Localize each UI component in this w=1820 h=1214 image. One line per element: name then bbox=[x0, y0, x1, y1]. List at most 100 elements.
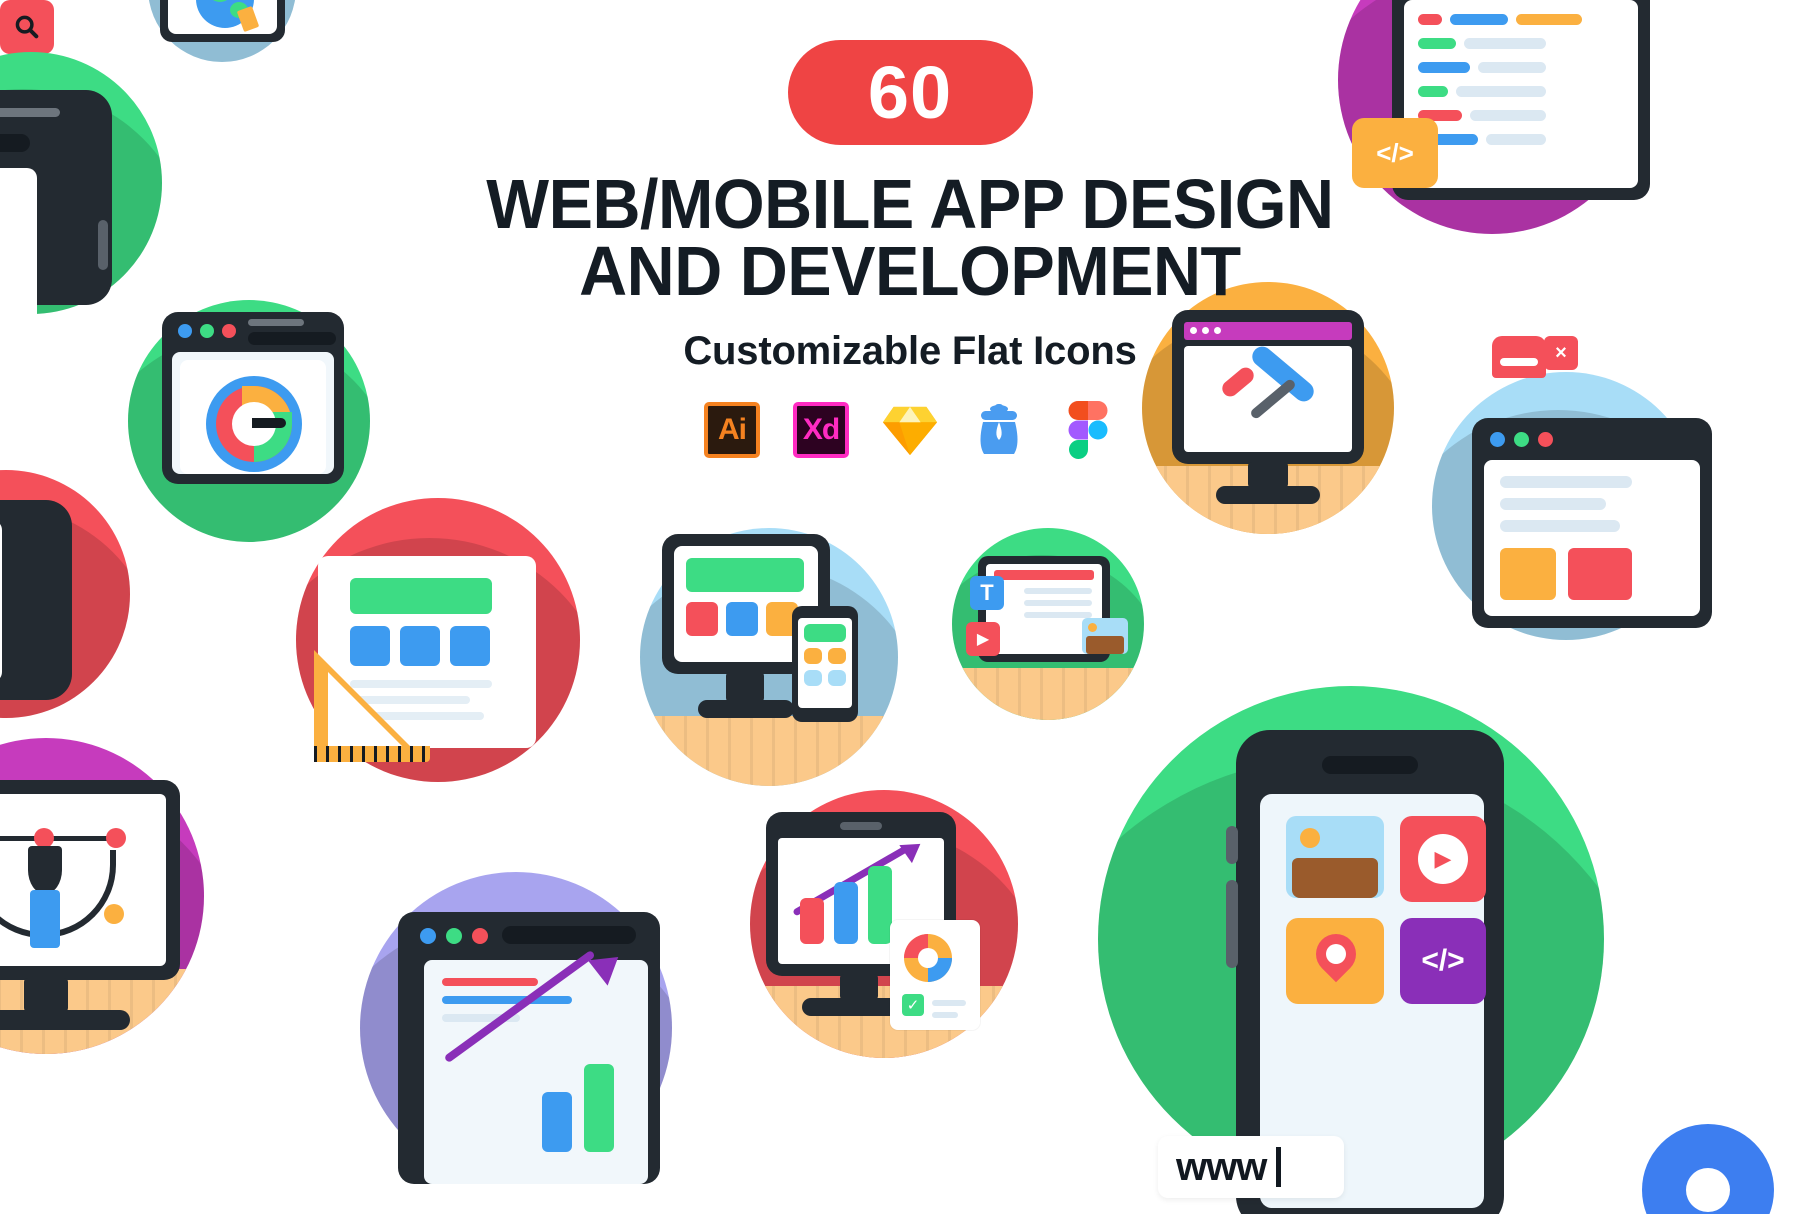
monitor-neck bbox=[1248, 462, 1288, 488]
cms-line-2 bbox=[1024, 600, 1092, 606]
media-sun-icon bbox=[1088, 623, 1097, 632]
desk-surface bbox=[640, 716, 898, 786]
url-search-widget[interactable]: www bbox=[1158, 1136, 1344, 1198]
card-blue bbox=[726, 602, 758, 636]
check-icon: ✓ bbox=[902, 994, 924, 1016]
monitor-base bbox=[0, 1010, 130, 1030]
text-line-2 bbox=[350, 696, 470, 704]
analytics-window bbox=[398, 912, 660, 1184]
code-line-1c bbox=[1516, 14, 1582, 25]
anchor-point-right bbox=[106, 828, 126, 848]
media-mountain bbox=[1086, 636, 1124, 654]
text-line-1 bbox=[350, 680, 492, 688]
bezier-handle-bar bbox=[0, 836, 116, 841]
report-bar-green bbox=[868, 866, 892, 944]
gallery-mountain bbox=[1292, 858, 1378, 898]
layout-line-2 bbox=[1500, 498, 1606, 510]
phone-card-2 bbox=[828, 648, 846, 664]
phone-card-1 bbox=[804, 648, 822, 664]
monitor-neck bbox=[726, 672, 764, 702]
cursor-icon bbox=[236, 5, 260, 33]
sketch-icon[interactable] bbox=[882, 402, 938, 458]
phone-side-button-bottom bbox=[1226, 880, 1238, 968]
code-line-1b bbox=[1450, 14, 1508, 25]
layout-page bbox=[1484, 460, 1700, 616]
hero-block bbox=[686, 558, 804, 592]
stat-line-red bbox=[442, 978, 538, 986]
report-bar-red bbox=[800, 898, 824, 944]
window-dot-red bbox=[472, 928, 488, 944]
monitor-neck bbox=[24, 978, 68, 1012]
responsive-phone bbox=[792, 606, 858, 722]
monitor-screen bbox=[0, 794, 166, 966]
video-play-icon: ▶ bbox=[966, 622, 1000, 656]
layout-line-1 bbox=[1500, 476, 1632, 488]
figma-logo-icon bbox=[1068, 401, 1108, 460]
growth-arrow-head bbox=[587, 944, 629, 986]
pen-body-icon bbox=[30, 890, 60, 948]
adobe-illustrator-icon[interactable]: Ai bbox=[704, 402, 760, 459]
cms-line-1 bbox=[1024, 588, 1092, 594]
adobe-xd-icon[interactable]: Xd bbox=[793, 402, 849, 459]
bar-chart-blue bbox=[542, 1092, 572, 1152]
text-caret bbox=[1276, 1147, 1282, 1187]
mobile-media-device bbox=[0, 500, 72, 700]
gear-inner-hole bbox=[1686, 1168, 1730, 1212]
window-dot-green bbox=[446, 928, 462, 944]
card-red bbox=[686, 602, 718, 636]
phone-side-button-top bbox=[1226, 826, 1238, 864]
header-block bbox=[350, 578, 492, 614]
hero-block: 60 WEB/MOBILE APP DESIGN AND DEVELOPMENT… bbox=[0, 40, 1820, 460]
donut-hole bbox=[918, 948, 938, 968]
report-document: ✓ bbox=[890, 920, 980, 1030]
anchor-point-bottom-right bbox=[104, 904, 124, 924]
layout-card-orange bbox=[1500, 548, 1556, 600]
title-line-2: AND DEVELOPMENT bbox=[579, 232, 1241, 311]
window-dot-blue bbox=[420, 928, 436, 944]
phone-card-4 bbox=[828, 670, 846, 686]
cms-topbar bbox=[994, 570, 1094, 580]
stat-line-blue bbox=[442, 996, 572, 1004]
poster-canvas: </> bbox=[0, 0, 1820, 1214]
pen-tool-monitor bbox=[0, 780, 180, 980]
bar-chart-green bbox=[584, 1064, 614, 1152]
phone-screen bbox=[798, 618, 852, 708]
doc-line-1 bbox=[932, 1000, 966, 1006]
search-icon bbox=[15, 15, 39, 39]
browser-page bbox=[168, 0, 277, 34]
layout-line-3 bbox=[1500, 520, 1620, 532]
col-block-1 bbox=[350, 626, 390, 666]
page-subtitle: Customizable Flat Icons bbox=[683, 329, 1137, 374]
gallery-sun-icon bbox=[1300, 828, 1320, 848]
monitor-notch bbox=[840, 822, 882, 830]
icon-count-badge: 60 bbox=[787, 40, 1033, 145]
layout-card-red bbox=[1568, 548, 1632, 600]
code-tag-icon: </> bbox=[1421, 944, 1465, 977]
phone-screen bbox=[0, 520, 2, 682]
cms-line-3 bbox=[1024, 612, 1092, 618]
desk-surface bbox=[952, 668, 1144, 720]
figma-icon[interactable] bbox=[1060, 401, 1116, 460]
sketch-diamond-icon bbox=[882, 407, 938, 456]
anchor-point-mid bbox=[34, 828, 54, 848]
doc-line-2 bbox=[932, 1012, 958, 1018]
col-block-3 bbox=[450, 626, 490, 666]
monitor-neck bbox=[840, 974, 878, 1000]
format-icon-row: Ai Xd bbox=[704, 401, 1116, 460]
pen-nib-icon bbox=[28, 846, 62, 894]
url-field bbox=[502, 926, 636, 944]
play-icon: ▶ bbox=[1434, 846, 1452, 871]
text-tool-icon: T bbox=[970, 576, 1004, 610]
monitor-base bbox=[698, 700, 794, 718]
code-line-1a bbox=[1418, 14, 1442, 25]
location-pin-hole bbox=[1326, 944, 1346, 964]
growth-arrow-line bbox=[443, 949, 596, 1064]
report-bar-blue bbox=[834, 882, 858, 944]
invision-studio-icon[interactable] bbox=[971, 402, 1027, 458]
browser-globe-device bbox=[160, 0, 285, 42]
col-block-2 bbox=[400, 626, 440, 666]
phone-notch bbox=[1322, 756, 1418, 774]
jar-icon bbox=[980, 404, 1018, 455]
url-input-value[interactable]: www bbox=[1176, 1147, 1267, 1187]
page-title: WEB/MOBILE APP DESIGN AND DEVELOPMENT bbox=[486, 169, 1334, 311]
